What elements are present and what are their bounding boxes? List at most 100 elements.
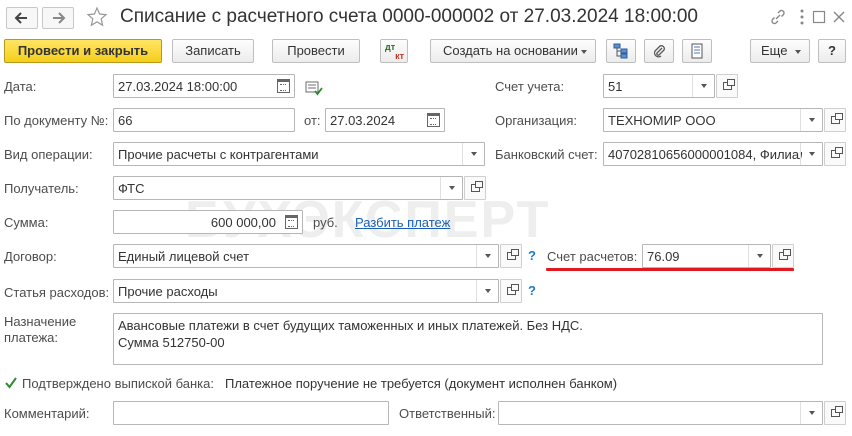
operation-type-label: Вид операции:: [4, 147, 93, 162]
more-button[interactable]: Еще: [750, 39, 810, 63]
maximize-icon[interactable]: [812, 10, 826, 24]
amount-value: 600 000,00: [210, 215, 276, 230]
structure-button[interactable]: [606, 39, 636, 63]
chevron-down-icon[interactable]: [476, 245, 498, 267]
recipient-open-button[interactable]: [464, 176, 486, 200]
calculator-icon[interactable]: [285, 215, 298, 229]
open-icon: [723, 79, 735, 90]
chevron-down-icon[interactable]: [462, 143, 484, 165]
purpose-label-line1: Назначение: [4, 314, 77, 329]
contract-open-button[interactable]: [500, 244, 522, 268]
kt-label: кт: [395, 51, 404, 61]
open-icon: [831, 113, 843, 124]
contract-field[interactable]: Единый лицевой счет: [113, 244, 499, 268]
doc-date-field[interactable]: 27.03.2024: [325, 108, 445, 132]
settlement-account-open-button[interactable]: [772, 244, 794, 268]
help-button[interactable]: ?: [818, 39, 846, 63]
split-payment-link[interactable]: Разбить платеж: [355, 215, 450, 230]
chevron-down-icon[interactable]: [692, 75, 714, 97]
doc-number-field[interactable]: 66: [113, 108, 295, 132]
recipient-value: ФТС: [118, 181, 145, 196]
attach-button[interactable]: [644, 39, 674, 63]
amount-field[interactable]: 600 000,00: [113, 210, 303, 234]
date-value: 27.03.2024 18:00:00: [118, 79, 238, 94]
checklist-icon[interactable]: [305, 80, 323, 96]
currency-label: руб.: [313, 215, 338, 230]
settlement-account-field[interactable]: 76.09: [642, 244, 771, 268]
post-button[interactable]: Провести: [272, 39, 360, 63]
star-icon[interactable]: [86, 6, 108, 28]
more-label: Еще: [761, 43, 788, 58]
doc-number-value: 66: [118, 113, 133, 128]
expense-item-open-button[interactable]: [500, 279, 522, 303]
create-based-on-label: Создать на основании: [443, 43, 578, 58]
contract-help-icon[interactable]: ?: [528, 248, 536, 263]
comment-field[interactable]: [113, 401, 389, 425]
expense-item-label: Статья расходов:: [4, 285, 110, 300]
settlement-account-value: 76.09: [647, 249, 680, 264]
expense-item-help-icon[interactable]: ?: [528, 283, 536, 298]
purpose-line2: Сумма 512750-00: [118, 335, 225, 350]
organization-field[interactable]: ТЕХНОМИР ООО: [603, 108, 823, 132]
doc-number-label: По документу №:: [4, 113, 109, 128]
chevron-down-icon[interactable]: [476, 280, 498, 302]
open-icon: [507, 249, 519, 260]
doc-date-label: от:: [304, 113, 321, 128]
bank-account-label: Банковский счет:: [495, 147, 598, 162]
chevron-down-icon[interactable]: [800, 109, 822, 131]
comment-label: Комментарий:: [4, 406, 90, 421]
nav-forward-button[interactable]: [42, 7, 74, 29]
highlight-underline: [546, 268, 794, 271]
open-icon: [779, 249, 791, 260]
account-value: 51: [608, 79, 623, 94]
chevron-down-icon[interactable]: [800, 402, 822, 424]
organization-label: Организация:: [495, 113, 578, 128]
expense-item-field[interactable]: Прочие расходы: [113, 279, 499, 303]
post-and-close-button[interactable]: Провести и закрыть: [4, 39, 162, 63]
vertical-dots-icon[interactable]: [797, 8, 807, 26]
bank-account-value: 40702810656000001084, Филиал: [608, 147, 802, 162]
date-field[interactable]: 27.03.2024 18:00:00: [113, 74, 295, 98]
document-list-icon: [691, 43, 703, 59]
chevron-down-icon[interactable]: [748, 245, 770, 267]
write-button[interactable]: Записать: [172, 39, 254, 63]
account-open-button[interactable]: [716, 74, 738, 98]
bank-confirmed-note: Платежное поручение не требуется (докуме…: [225, 376, 618, 391]
organization-open-button[interactable]: [824, 108, 846, 132]
close-icon[interactable]: [832, 10, 846, 24]
bank-account-field[interactable]: 40702810656000001084, Филиал: [603, 142, 823, 166]
hierarchy-icon: [613, 43, 628, 59]
arrow-left-icon: [14, 12, 27, 24]
link-icon[interactable]: [769, 8, 787, 26]
account-field[interactable]: 51: [603, 74, 715, 98]
dt-kt-button[interactable]: дт кт: [380, 39, 408, 63]
purpose-textarea[interactable]: Авансовые платежи в счет будущих таможен…: [113, 313, 823, 365]
responsible-field[interactable]: [498, 401, 823, 425]
bank-confirmed-checkbox[interactable]: [4, 376, 18, 390]
page-title: Списание с расчетного счета 0000-000002 …: [120, 6, 698, 27]
create-based-on-button[interactable]: Создать на основании: [430, 39, 596, 63]
bank-confirmed-label: Подтверждено выпиской банка:: [22, 376, 214, 391]
chevron-down-icon[interactable]: [800, 143, 822, 165]
open-icon: [471, 181, 483, 192]
contract-label: Договор:: [4, 249, 57, 264]
operation-type-value: Прочие расчеты с контрагентами: [118, 147, 319, 162]
responsible-open-button[interactable]: [824, 401, 846, 425]
open-icon: [831, 147, 843, 158]
recipient-field[interactable]: ФТС: [113, 176, 463, 200]
contract-value: Единый лицевой счет: [118, 249, 250, 264]
expense-item-value: Прочие расходы: [118, 284, 218, 299]
bank-account-open-button[interactable]: [824, 142, 846, 166]
chevron-down-icon[interactable]: [440, 177, 462, 199]
calendar-icon[interactable]: [427, 113, 440, 127]
calendar-icon[interactable]: [277, 79, 290, 93]
operation-type-field[interactable]: Прочие расчеты с контрагентами: [113, 142, 485, 166]
report-button[interactable]: [682, 39, 712, 63]
chevron-down-icon: [795, 50, 801, 54]
chevron-down-icon: [581, 50, 587, 54]
recipient-label: Получатель:: [4, 181, 79, 196]
organization-value: ТЕХНОМИР ООО: [608, 113, 716, 128]
open-icon: [831, 406, 843, 417]
amount-label: Сумма:: [4, 215, 49, 230]
nav-back-button[interactable]: [6, 7, 38, 29]
